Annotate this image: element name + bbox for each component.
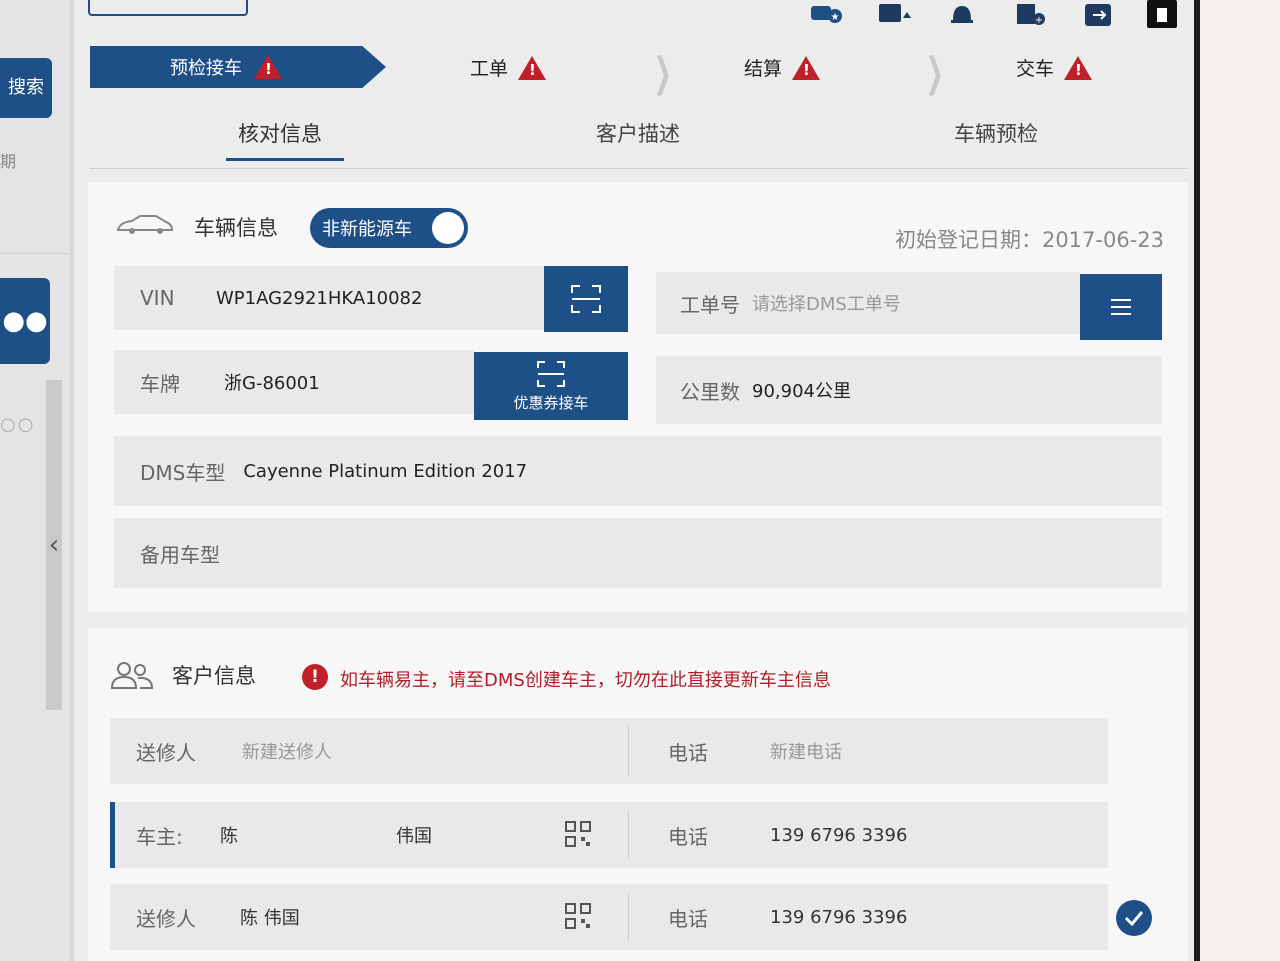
- owner-row[interactable]: 车主: 陈 伟国 电话 139 6796 3396: [110, 802, 1108, 868]
- sender-name: 陈 伟国: [240, 908, 300, 929]
- backup-model-label: 备用车型: [140, 542, 220, 567]
- car-star-icon[interactable]: ★: [808, 0, 844, 28]
- toggle-knob: [432, 212, 464, 244]
- customer-info-card: 客户信息 ! 如车辆易主，请至DMS创建车主，切勿在此直接更新车主信息 送修人 …: [88, 628, 1188, 961]
- qr-code-icon[interactable]: [564, 902, 592, 930]
- owner-label: 车主:: [136, 824, 183, 849]
- step-label: 交车: [1016, 58, 1055, 80]
- sender-label: 送修人: [136, 740, 196, 765]
- warning-icon: [518, 55, 547, 80]
- registration-date: 初始登记日期：2017-06-23: [895, 224, 1164, 254]
- pager-dots: ○○: [0, 414, 36, 435]
- top-toolbar: ★ +: [74, 0, 1194, 30]
- people-icon: [110, 660, 154, 694]
- bell-icon[interactable]: [944, 0, 980, 28]
- phone-label: 电话: [668, 906, 708, 931]
- active-tab-indicator: [226, 158, 344, 161]
- vin-value: WP1AG2921HKA10082: [216, 287, 423, 309]
- tab-vehicle-pre-check[interactable]: 车辆预检: [954, 118, 1038, 148]
- reg-date-label: 初始登记日期：: [894, 228, 1042, 252]
- phone-label: 电话: [668, 740, 708, 765]
- left-sidebar: 搜索 期 ●● ○○ ‹: [0, 0, 71, 961]
- plate-value: 浙G-86001: [224, 373, 320, 394]
- mileage-label: 公里数: [680, 379, 740, 404]
- step-label: 工单: [470, 58, 509, 80]
- step-label: 预检接车: [170, 58, 242, 79]
- tab-customer-description[interactable]: 客户描述: [596, 118, 680, 148]
- mileage-value: 90,904公里: [752, 381, 851, 402]
- coupon-checkin-label: 优惠券接车: [513, 393, 589, 412]
- chevron-right-icon: ❯: [653, 50, 672, 96]
- warning-icon: [254, 55, 282, 79]
- plate-label: 车牌: [140, 371, 180, 396]
- svg-text:+: +: [1035, 15, 1043, 26]
- divider: [628, 810, 629, 860]
- step-work-order[interactable]: 工单: [470, 54, 547, 81]
- alert-icon: !: [302, 664, 328, 690]
- warning-icon: [1064, 55, 1093, 80]
- car-icon: [116, 214, 174, 240]
- vin-label: VIN: [140, 286, 175, 310]
- divider: [628, 892, 629, 942]
- chevron-right-icon: ❯: [925, 50, 944, 96]
- energy-type-toggle[interactable]: 非新能源车: [310, 208, 468, 248]
- owner-change-warning: 如车辆易主，请至DMS创建车主，切勿在此直接更新车主信息: [340, 670, 831, 691]
- toggle-label: 非新能源车: [322, 219, 412, 240]
- owner-given-name: 伟国: [396, 826, 432, 847]
- add-document-icon[interactable]: +: [1012, 0, 1048, 28]
- step-delivery[interactable]: 交车: [1016, 54, 1093, 81]
- new-sender-input[interactable]: 新建送修人: [242, 718, 332, 784]
- work-order-label: 工单号: [680, 292, 740, 317]
- warning-icon: [792, 55, 821, 80]
- owner-phone: 139 6796 3396: [770, 824, 908, 846]
- customer-info-title: 客户信息: [172, 664, 256, 688]
- work-order-menu-button[interactable]: [1080, 274, 1162, 340]
- car-upload-icon[interactable]: [876, 0, 912, 28]
- new-sender-row[interactable]: 送修人 新建送修人 电话 新建电话: [110, 718, 1108, 784]
- qr-code-icon[interactable]: [564, 820, 592, 848]
- backup-model-field[interactable]: 备用车型: [114, 518, 1162, 588]
- svg-text:★: ★: [831, 12, 840, 23]
- date-label: 期: [0, 152, 17, 171]
- new-phone-input[interactable]: 新建电话: [770, 718, 842, 784]
- step-pre-check[interactable]: 预检接车: [90, 46, 386, 88]
- scan-icon: [571, 285, 601, 313]
- vin-field[interactable]: VIN WP1AG2921HKA10082: [114, 266, 544, 330]
- vehicle-info-title: 车辆信息: [194, 216, 278, 240]
- toolbar-frame: [88, 0, 248, 16]
- scan-vin-button[interactable]: [544, 266, 628, 332]
- search-button[interactable]: 搜索: [0, 58, 52, 118]
- divider: [0, 253, 68, 254]
- dms-model-field[interactable]: DMS车型 Cayenne Platinum Edition 2017: [114, 436, 1162, 506]
- selected-indicator: [110, 802, 115, 868]
- checkmark-icon[interactable]: [1116, 900, 1152, 936]
- sender-phone: 139 6796 3396: [770, 906, 908, 928]
- coupon-checkin-button[interactable]: 优惠券接车: [474, 352, 628, 420]
- sender-row[interactable]: 送修人 陈 伟国 电话 139 6796 3396: [110, 884, 1108, 950]
- progress-steps: 预检接车 工单 ❯ 结算 ❯ 交车: [90, 40, 1188, 98]
- step-label: 结算: [744, 58, 783, 80]
- tab-bar: 核对信息 客户描述 车辆预检: [90, 106, 1188, 169]
- step-settlement[interactable]: 结算: [744, 54, 821, 81]
- dms-model-label: DMS车型: [140, 460, 226, 485]
- mileage-field[interactable]: 公里数 90,904公里: [656, 356, 1162, 424]
- divider: [628, 726, 629, 776]
- work-order-field[interactable]: 工单号 请选择DMS工单号: [656, 272, 1080, 334]
- collapse-handle[interactable]: ‹: [46, 380, 62, 710]
- work-order-placeholder: 请选择DMS工单号: [752, 294, 901, 315]
- more-button[interactable]: ●●: [0, 278, 50, 364]
- reg-date-value: 2017-06-23: [1041, 228, 1164, 252]
- background-surface: [1200, 0, 1280, 961]
- menu-icon: [1111, 299, 1131, 315]
- scan-icon: [537, 360, 565, 387]
- phone-label: 电话: [668, 824, 708, 849]
- tab-verify-info[interactable]: 核对信息: [238, 118, 322, 148]
- vehicle-info-card: 车辆信息 非新能源车 初始登记日期：2017-06-23 VIN WP1AG29…: [88, 182, 1188, 612]
- dms-model-value: Cayenne Platinum Edition 2017: [243, 460, 528, 482]
- sender-label: 送修人: [136, 906, 196, 931]
- logout-icon[interactable]: [1080, 0, 1116, 28]
- owner-surname: 陈: [220, 826, 238, 847]
- plate-field[interactable]: 车牌 浙G-86001: [114, 350, 474, 414]
- trash-icon[interactable]: [1144, 0, 1180, 28]
